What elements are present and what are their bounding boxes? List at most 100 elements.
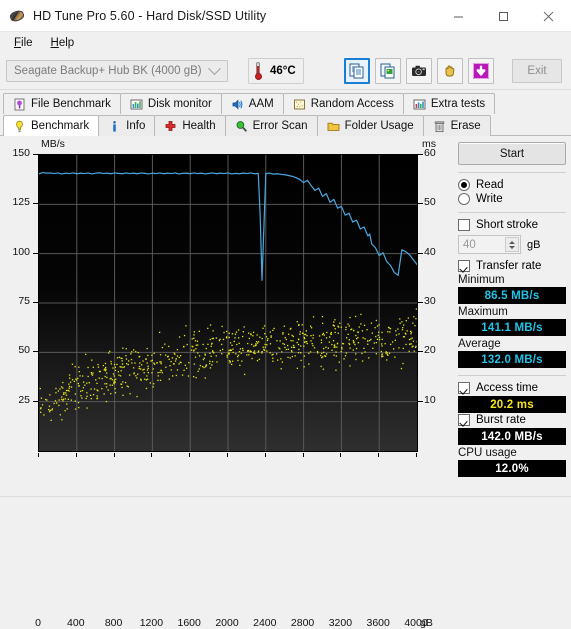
x-tick-mark [378,453,379,457]
plot-area[interactable] [38,154,418,452]
tab-erase[interactable]: Erase [423,115,491,136]
tab-erase-label: Erase [451,120,481,132]
checkbox-burst-rate[interactable]: Burst rate [458,414,566,426]
tab-info[interactable]: Info [98,115,155,136]
x-tick-mark [38,453,39,457]
checkbox-access-time-control[interactable] [458,382,470,394]
y2-tick-mark [418,253,423,254]
title-bar: HD Tune Pro 5.60 - Hard Disk/SSD Utility [0,0,571,32]
y-tick-mark [33,351,38,352]
checkbox-transfer-rate[interactable]: Transfer rate [458,260,566,272]
spinner-arrows[interactable] [505,237,519,252]
tab-disk-monitor-label: Disk monitor [148,98,212,110]
cpu-usage-label: CPU usage [458,447,566,459]
y-tick-label: 25 [4,394,30,406]
cpu-usage-value: 12.0% [458,460,566,477]
x-tick-label: 800 [94,617,134,629]
temperature-indicator: 46°C [248,58,304,84]
checkbox-short-stroke[interactable]: Short stroke [458,219,566,231]
y-tick-label: 50 [4,344,30,356]
start-button[interactable]: Start [458,142,566,165]
benchmark-chart: MB/s ms 255075100125150 102030405060 040… [0,136,452,506]
menu-bar: File Help [0,32,571,53]
tab-benchmark[interactable]: Benchmark [3,115,99,136]
minimum-label: Minimum [458,274,566,286]
file-benchmark-icon [13,98,26,111]
random-access-icon [293,98,306,111]
radio-write-control[interactable] [458,193,470,205]
tab-bar: File Benchmark Disk monitor AAM [0,90,571,136]
average-value: 132.0 MB/s [458,351,566,368]
checkbox-transfer-rate-label: Transfer rate [476,260,541,272]
close-icon[interactable] [526,0,571,32]
camera-icon[interactable] [406,58,432,84]
tab-extra-tests-label: Extra tests [431,98,485,110]
spinner-up-icon[interactable] [509,241,515,244]
checkbox-short-stroke-control[interactable] [458,219,470,231]
info-icon [108,120,121,133]
checkbox-burst-rate-control[interactable] [458,414,470,426]
tab-random-access-label: Random Access [311,98,394,110]
divider [458,212,566,213]
spinner-down-icon[interactable] [509,246,515,249]
thermometer-icon [253,62,263,80]
tab-extra-tests[interactable]: Extra tests [403,93,495,114]
hand-icon[interactable] [437,58,463,84]
radio-read-label: Read [476,179,504,191]
menu-file-label: ile [21,37,33,49]
checkbox-access-time[interactable]: Access time [458,382,566,394]
x-tick-mark [303,453,304,457]
folder-icon [327,120,340,133]
y-tick-label: 150 [4,147,30,159]
checkbox-transfer-rate-control[interactable] [458,260,470,272]
y2-tick-label: 60 [424,147,450,159]
y2-tick-label: 20 [424,344,450,356]
tab-file-benchmark-label: File Benchmark [31,98,111,110]
temperature-value: 46°C [270,65,296,77]
toolbar-buttons [344,58,494,84]
x-tick-mark [151,453,152,457]
tab-aam[interactable]: AAM [221,93,284,114]
menu-file[interactable]: File [6,35,43,51]
radio-write[interactable]: Write [458,193,566,205]
tab-info-label: Info [126,120,145,132]
tab-disk-monitor[interactable]: Disk monitor [120,93,222,114]
app-icon [9,8,25,24]
minimize-icon[interactable] [436,0,481,32]
radio-read[interactable]: Read [458,179,566,191]
maximum-label: Maximum [458,306,566,318]
divider [458,375,566,376]
tab-error-scan[interactable]: Error Scan [225,115,318,136]
menu-help-label: elp [59,37,74,49]
short-stroke-spinner[interactable]: 40 [458,235,521,254]
average-label: Average [458,338,566,350]
tab-benchmark-label: Benchmark [31,120,89,132]
maximize-icon[interactable] [481,0,526,32]
exit-button[interactable]: Exit [512,59,562,83]
disk-monitor-icon [130,98,143,111]
copy-image-icon[interactable] [375,58,401,84]
health-cross-icon [164,120,177,133]
radio-read-control[interactable] [458,179,470,191]
x-tick-label: 400 [56,617,96,629]
tab-health-label: Health [182,120,215,132]
x-tick-mark [416,453,417,457]
y-tick-label: 100 [4,246,30,258]
y-axis-label: MB/s [41,138,65,150]
y2-tick-label: 40 [424,246,450,258]
tab-health[interactable]: Health [154,115,225,136]
x-tick-mark [227,453,228,457]
y-tick-mark [33,253,38,254]
window-title: HD Tune Pro 5.60 - Hard Disk/SSD Utility [33,9,266,23]
copy-document-icon[interactable] [344,58,370,84]
download-arrow-icon[interactable] [468,58,494,84]
menu-help[interactable]: Help [43,35,85,51]
speaker-icon [231,98,244,111]
tab-random-access[interactable]: Random Access [283,93,404,114]
maximum-value: 141.1 MB/s [458,319,566,336]
tab-folder-usage[interactable]: Folder Usage [317,115,424,136]
drive-select-label: Seagate Backup+ Hub BK (4000 gB) [14,65,210,77]
drive-select[interactable]: Seagate Backup+ Hub BK (4000 gB) [6,60,228,82]
tab-file-benchmark[interactable]: File Benchmark [3,93,121,114]
x-tick-mark [76,453,77,457]
